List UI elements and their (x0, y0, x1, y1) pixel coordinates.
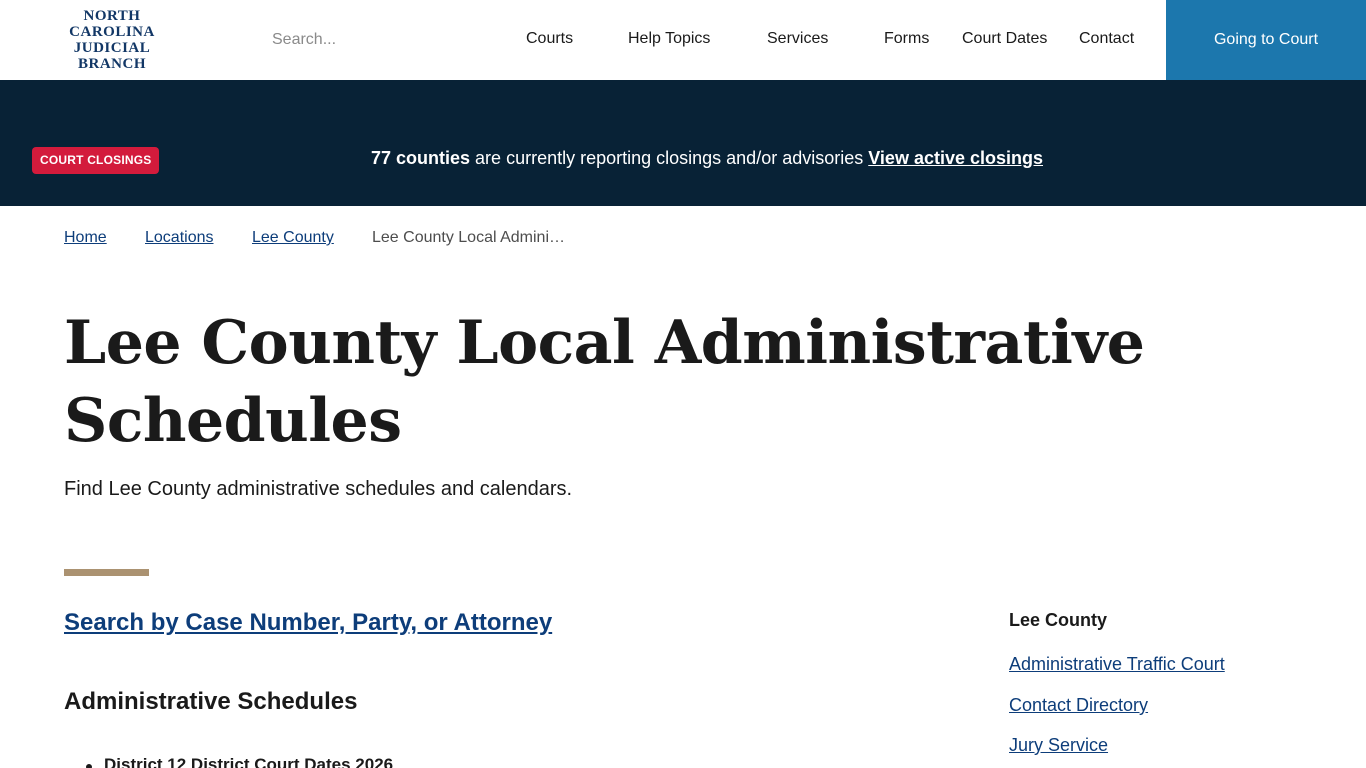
bullet-icon (86, 764, 92, 768)
sidebar-heading: Lee County (1009, 610, 1108, 630)
nav-contact[interactable]: Contact (1079, 30, 1134, 48)
logo-line: CAROLINA (69, 24, 155, 40)
case-search-link[interactable]: Search by Case Number, Party, or Attorne… (64, 609, 552, 637)
sidebar-link-administrative-traffic-court[interactable]: Administrative Traffic Court (1009, 654, 1225, 675)
page-title-line: Schedules (64, 386, 402, 456)
breadcrumb-home[interactable]: Home (64, 229, 107, 246)
logo-line: JUDICIAL (73, 40, 151, 56)
site-header: NORTH CAROLINA JUDICIAL BRANCH Courts He… (0, 0, 1366, 80)
breadcrumb-current: Lee County Local Admini… (372, 229, 565, 246)
going-to-court-button[interactable]: Going to Court (1166, 0, 1366, 80)
logo-line: NORTH (83, 8, 141, 24)
sidebar-link-contact-directory[interactable]: Contact Directory (1009, 695, 1148, 716)
page-title: Lee County Local Administrative Schedule… (64, 304, 1164, 460)
logo-line: BRANCH (77, 56, 146, 72)
search-input[interactable] (262, 22, 482, 58)
breadcrumb-lee-county[interactable]: Lee County (252, 229, 334, 246)
page-title-line: Lee County Local Administrative (64, 308, 1145, 378)
schedule-list-item[interactable]: District 12 District Court Dates 2026 (104, 755, 393, 768)
court-closings-badge: COURT CLOSINGS (32, 147, 160, 174)
site-logo[interactable]: NORTH CAROLINA JUDICIAL BRANCH (60, 8, 164, 72)
breadcrumb-locations[interactable]: Locations (145, 229, 214, 246)
view-active-closings-link[interactable]: View active closings (868, 148, 1043, 168)
alert-message: 77 counties are currently reporting clos… (371, 148, 1043, 169)
closings-alert-banner: COURT CLOSINGS 77 counties are currently… (0, 80, 1366, 206)
alert-count: 77 counties (371, 148, 471, 168)
accent-divider (64, 569, 149, 576)
alert-body: are currently reporting closings and/or … (470, 148, 869, 168)
page-subtitle: Find Lee County administrative schedules… (64, 478, 573, 500)
nav-services[interactable]: Services (767, 30, 828, 48)
section-heading: Administrative Schedules (64, 688, 358, 715)
nav-courts[interactable]: Courts (526, 30, 573, 48)
nav-court-dates[interactable]: Court Dates (962, 30, 1047, 48)
nav-forms[interactable]: Forms (884, 30, 929, 48)
nav-help-topics[interactable]: Help Topics (628, 30, 710, 48)
sidebar-link-jury-service[interactable]: Jury Service (1009, 735, 1108, 756)
